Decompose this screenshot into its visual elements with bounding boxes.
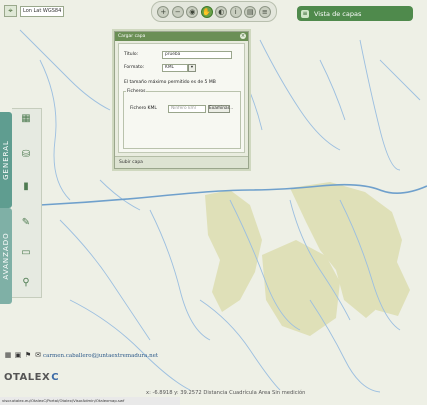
- flag-icon[interactable]: ⚑: [24, 351, 32, 360]
- files-fieldset: Ficheros Fichero KML Ninfero kml Examina…: [123, 89, 241, 149]
- kml-file-label: Fichero KML: [130, 106, 157, 111]
- logo-letter: C: [51, 372, 59, 383]
- layers-toggle-icon[interactable]: ≡: [258, 5, 271, 18]
- otalex-logo: OTALEX C: [4, 372, 59, 383]
- pan-icon[interactable]: ✋: [200, 5, 213, 18]
- size-note: El tamaño máximo permitido es de 5 MB: [124, 80, 216, 85]
- measure-icon[interactable]: ◐: [215, 5, 228, 18]
- bottom-tools: ▦ ▣ ⚑ ✉: [4, 351, 42, 360]
- format-select[interactable]: KML: [162, 64, 188, 72]
- info-icon[interactable]: i: [229, 5, 242, 18]
- tab-general-label: GENERAL: [2, 140, 10, 180]
- files-legend: Ficheros: [126, 89, 147, 94]
- dialog-body: Título: prueba Formato: KML ▾ El tamaño …: [118, 43, 245, 153]
- mail-icon[interactable]: ✉: [34, 351, 42, 360]
- kml-file-input[interactable]: Ninfero kml: [168, 105, 206, 113]
- coordinate-icon[interactable]: ⌖: [4, 5, 17, 17]
- logo-text: OTALEX: [4, 372, 51, 383]
- ruler-icon[interactable]: ▭: [20, 247, 32, 259]
- zoom-out-icon[interactable]: −: [171, 5, 184, 18]
- grid-icon[interactable]: ▦: [4, 351, 12, 360]
- close-icon[interactable]: ×: [240, 33, 246, 39]
- coordinate-system-select[interactable]: Lon Lat WGS84: [20, 5, 64, 17]
- overview-icon[interactable]: ▣: [14, 351, 22, 360]
- layers-icon: ≡: [301, 9, 309, 18]
- contact-email[interactable]: carmen.caballero@juntaextremadura.net: [43, 353, 158, 359]
- zoom-in-icon[interactable]: +: [157, 5, 170, 18]
- coordinate-readout: x: -6.8918 y: 39.2572 Distancia Cuadrícu…: [146, 390, 306, 396]
- stack-icon[interactable]: ▦: [20, 113, 32, 125]
- sidebar-panel: ▦ ⛁ ▮ ✎ ▭ ⚲: [12, 108, 42, 298]
- title-input[interactable]: prueba: [162, 51, 232, 59]
- browse-button[interactable]: Examinar...: [208, 105, 233, 113]
- title-label: Título:: [124, 52, 139, 57]
- upload-layer-button[interactable]: Subir capa: [115, 156, 248, 168]
- layers-view-header[interactable]: ≡ Vista de capas: [297, 6, 413, 21]
- chevron-down-icon[interactable]: ▾: [188, 64, 196, 72]
- print-icon[interactable]: ▤: [244, 5, 257, 18]
- tab-general[interactable]: GENERAL: [0, 112, 12, 208]
- bar-chart-icon[interactable]: ▮: [20, 181, 32, 193]
- status-url: visor.otalex.eu/OtalexC/Portal/Otalex/Vi…: [0, 397, 180, 405]
- main-toolbar: + − ◉ ✋ ◐ i ▤ ≡: [151, 1, 277, 22]
- globe-icon[interactable]: ◉: [186, 5, 199, 18]
- pencil-icon[interactable]: ✎: [20, 217, 32, 229]
- dialog-title: Cargar capa: [115, 32, 248, 41]
- tab-avanzado-label: AVANZADO: [2, 232, 10, 280]
- coordinate-system-selector[interactable]: ⌖ Lon Lat WGS84: [4, 4, 64, 18]
- cylinder-icon[interactable]: ⛁: [20, 149, 32, 161]
- tab-avanzado[interactable]: AVANZADO: [0, 208, 12, 304]
- layers-view-title: Vista de capas: [314, 9, 362, 18]
- load-layer-dialog: Cargar capa × Título: prueba Formato: KM…: [114, 31, 249, 169]
- pin-icon[interactable]: ⚲: [20, 277, 32, 289]
- format-label: Formato:: [124, 65, 145, 70]
